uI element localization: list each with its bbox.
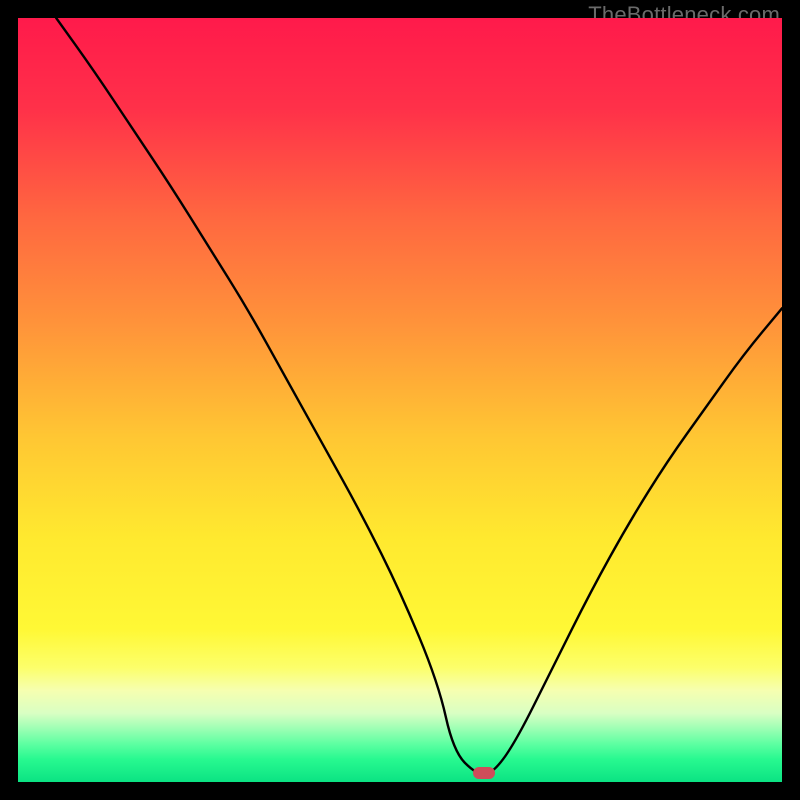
bottleneck-marker — [473, 767, 495, 779]
bottleneck-curve — [18, 18, 782, 782]
chart-frame: TheBottleneck.com — [0, 0, 800, 800]
plot-area — [18, 18, 782, 782]
